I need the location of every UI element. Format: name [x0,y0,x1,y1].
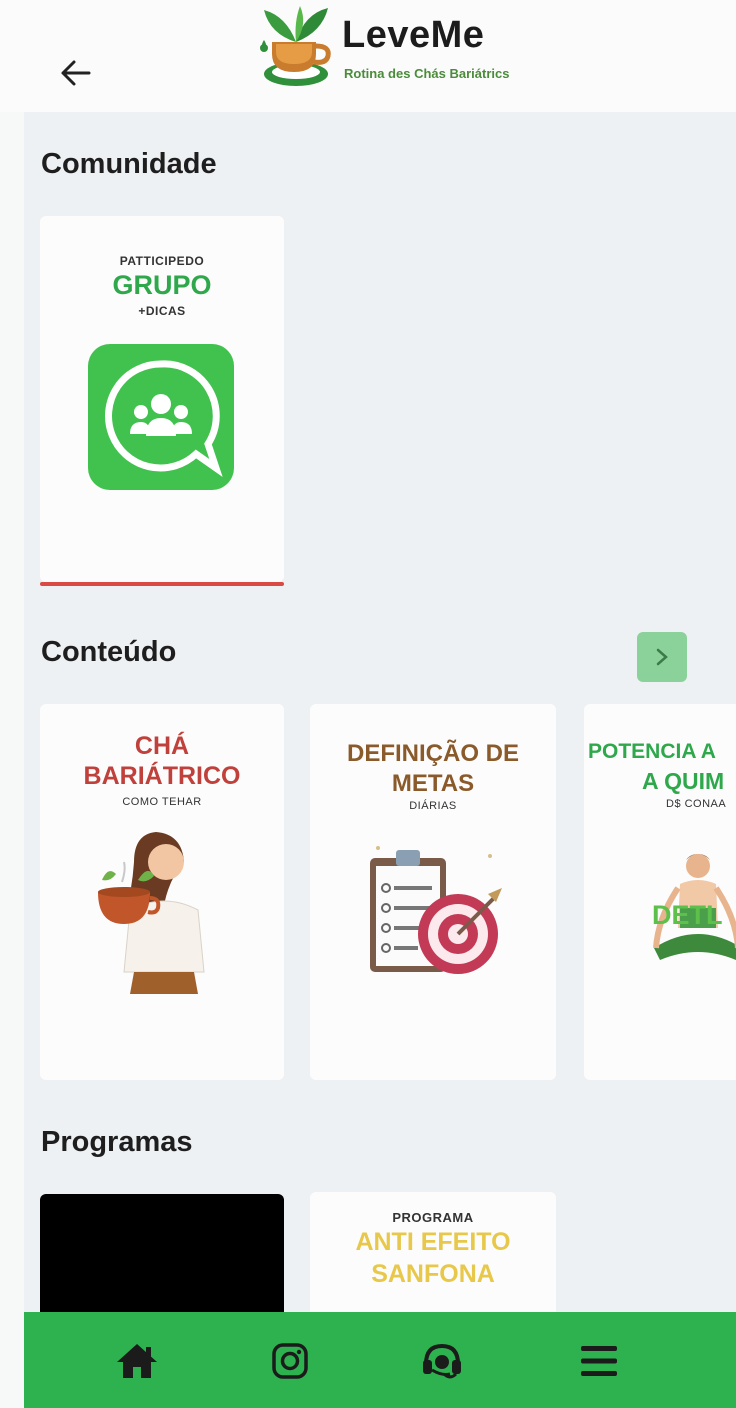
app-name: LeveMe [342,14,485,56]
content-card-definicao-metas[interactable]: DEFINIÇÃO DE METAS DIÁRIAS [310,704,556,1080]
back-button[interactable] [55,52,97,94]
app-header: LeveMe Rotina des Chás Bariátrics [0,0,736,112]
card-title-line1: CHÁ [134,732,190,760]
card-overlay-text: DETL [652,900,723,930]
group-card-bottom-text: +DICAS [138,304,186,318]
woman-with-tea-icon [98,832,205,994]
next-button[interactable] [637,632,687,682]
section-title-conteudo: Conteúdo [41,636,177,668]
bottom-navigation-bar [24,1312,736,1408]
section-title-comunidade: Comunidade [41,148,217,180]
leveme-logo-icon [260,6,331,86]
card-title-line2: A QUIM [642,768,725,794]
nav-instagram-button[interactable] [265,1336,315,1386]
nav-menu-button[interactable] [574,1336,624,1386]
group-card-top-text: PATTICIPEDO [119,254,205,268]
card-subtitle: COMO TEHAR [122,796,202,808]
program-video-thumbnail[interactable] [40,1194,284,1312]
content-card-potencia[interactable]: POTENCIA A A QUIM D$ CONAA DETL [584,704,736,1080]
clipboard-target-icon [370,846,502,974]
program-card-title-line1: ANTI EFEITO [355,1228,511,1256]
chevron-right-icon [656,648,668,666]
content-card-cha-bariatrico[interactable]: CHÁ BARIÁTRICO COMO TEHAR [40,704,284,1080]
program-card-anti-efeito-sanfona[interactable]: PROGRAMA ANTI EFEITO SANFONA [310,1192,556,1312]
menu-icon [581,1346,617,1376]
card-title-line2: METAS [391,770,475,797]
card-subtitle: DIÁRIAS [409,800,457,812]
arrow-left-icon [61,60,91,86]
instagram-icon [272,1343,308,1379]
home-icon [117,1344,157,1378]
nav-support-button[interactable] [417,1336,467,1386]
app-tagline: Rotina des Chás Bariátrics [344,66,510,81]
headset-icon [423,1343,461,1379]
section-title-programas: Programas [41,1126,193,1158]
nav-home-button[interactable] [112,1336,162,1386]
card-title-line1: DEFINIÇÃO DE [346,740,519,767]
main-content: Comunidade PATTICIPEDO GRUPO +DICAS Cont… [24,112,736,1312]
card-title-line2: BARIÁTRICO [83,762,241,790]
active-indicator [40,582,284,586]
card-title-line1: POTENCIA A [588,740,716,763]
whatsapp-group-icon [88,344,234,490]
program-card-label: PROGRAMA [392,1210,474,1225]
group-card-title: GRUPO [112,270,212,300]
group-card[interactable]: PATTICIPEDO GRUPO +DICAS [40,216,284,582]
card-subtitle: D$ CONAA [666,798,727,810]
program-card-title-line2: SANFONA [371,1260,495,1288]
